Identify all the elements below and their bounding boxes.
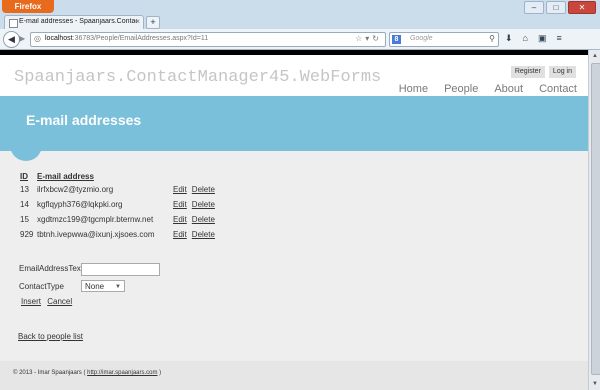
main-menu: Home People About Contact <box>399 83 577 95</box>
delete-link[interactable]: Delete <box>192 200 215 209</box>
cell-actions: Edit Delete <box>157 212 215 227</box>
edit-link[interactable]: Edit <box>173 215 187 224</box>
window-controls: – □ ✕ <box>524 1 596 14</box>
cell-email: xgdtmzc199@tgcmplr.bternw.net <box>37 215 154 224</box>
url-text[interactable]: localhost:36783/People/EmailAddresses.as… <box>45 35 208 42</box>
cell-id: 13 <box>20 185 29 194</box>
download-icon[interactable]: ⬇ <box>505 33 513 44</box>
page-title: E-mail addresses <box>26 112 142 128</box>
tab-title: E-mail addresses - Spaanjaars.ContactM..… <box>19 18 137 25</box>
cell-id: 14 <box>20 200 29 209</box>
register-link[interactable]: Register <box>510 66 545 78</box>
cell-actions: Edit Delete <box>157 197 215 212</box>
site-title[interactable]: Spaanjaars.ContactManager45.WebForms <box>14 68 381 87</box>
delete-link[interactable]: Delete <box>192 230 215 239</box>
url-host: localhost <box>45 35 73 42</box>
scroll-up-icon[interactable]: ▲ <box>590 51 600 61</box>
title-bar: Firefox – □ ✕ <box>0 0 600 14</box>
url-path: :36783/People/EmailAddresses.aspx?Id=11 <box>72 35 209 42</box>
minimize-button[interactable]: – <box>524 1 544 14</box>
cell-id: 929 <box>20 230 34 239</box>
chevron-down-icon: ▼ <box>115 284 121 290</box>
header-actions <box>157 170 215 182</box>
cell-actions: Edit Delete <box>157 227 215 242</box>
address-bar[interactable]: ◎ localhost:36783/People/EmailAddresses.… <box>30 32 386 47</box>
delete-link[interactable]: Delete <box>192 185 215 194</box>
search-icon[interactable]: ⚲ <box>489 34 495 43</box>
menu-item-about[interactable]: About <box>494 83 523 95</box>
footer-text: © 2013 - Imar Spaanjaars ( http://imar.s… <box>13 370 161 376</box>
header-bubble-decoration <box>10 145 42 161</box>
cell-email: tbtnh.ivepwwa@ixunj.xjsoes.com <box>37 230 155 239</box>
table-row: 929 tbtnh.ivepwwa@ixunj.xjsoes.com Edit D… <box>18 227 215 242</box>
auth-links: Register Log in <box>510 66 576 78</box>
scroll-down-icon[interactable]: ▼ <box>590 379 600 389</box>
form-actions: Insert Cancel <box>21 297 76 306</box>
cell-actions: Edit Delete <box>157 182 215 197</box>
menu-item-home[interactable]: Home <box>399 83 428 95</box>
main-content: ID E-mail address 13 ilrfxbcw2@tyzmio.or… <box>0 145 588 361</box>
menu-item-people[interactable]: People <box>444 83 478 95</box>
email-address-input[interactable] <box>81 263 160 276</box>
footer-site-link[interactable]: http://imar.spaanjaars.com <box>87 370 157 376</box>
table-header-row: ID E-mail address <box>18 170 215 182</box>
window-icon[interactable]: ▣ <box>538 33 547 44</box>
table-row: 14 kgflqyph376@lqkpki.org Edit Delete <box>18 197 215 212</box>
back-icon[interactable]: ◀ <box>3 31 20 48</box>
bookmark-star-icon[interactable]: ☆ <box>355 34 365 43</box>
menu-item-contact[interactable]: Contact <box>539 83 577 95</box>
footer-close-paren: ) <box>157 370 162 376</box>
contact-type-value: None <box>85 282 105 291</box>
featured-header: E-mail addresses <box>0 96 588 151</box>
cell-id: 15 <box>20 215 29 224</box>
home-icon[interactable]: ⌂ <box>523 33 528 44</box>
contact-type-label: ContactType <box>19 282 64 291</box>
insert-link[interactable]: Insert <box>21 297 41 306</box>
page-favicon-icon <box>9 19 18 28</box>
edit-link[interactable]: Edit <box>173 200 187 209</box>
reload-icon[interactable]: ↻ <box>372 34 382 43</box>
site-identity-icon[interactable]: ◎ <box>34 35 42 43</box>
cell-email: kgflqyph376@lqkpki.org <box>37 200 123 209</box>
maximize-button[interactable]: □ <box>546 1 566 14</box>
header-id[interactable]: ID <box>18 170 37 182</box>
tab-close-icon[interactable]: × <box>135 17 140 26</box>
back-to-people-link-wrapper: Back to people list <box>18 332 83 341</box>
search-engine-icon[interactable]: 8 <box>392 35 401 44</box>
cell-email: ilrfxbcw2@tyzmio.org <box>37 185 114 194</box>
email-addresses-table: ID E-mail address 13 ilrfxbcw2@tyzmio.or… <box>18 170 215 242</box>
navigation-toolbar: ◀ ▶ ◎ localhost:36783/People/EmailAddres… <box>0 29 600 50</box>
toolbar-icons: ⬇ ⌂ ▣ ≡ <box>505 33 562 44</box>
search-input[interactable]: Google <box>410 35 433 42</box>
back-to-people-link[interactable]: Back to people list <box>18 332 83 341</box>
close-window-button[interactable]: ✕ <box>568 1 596 14</box>
header-email[interactable]: E-mail address <box>37 170 157 182</box>
new-tab-button[interactable]: + <box>146 16 160 29</box>
contact-type-select[interactable]: None ▼ <box>81 280 125 292</box>
menu-icon[interactable]: ≡ <box>557 33 562 44</box>
email-address-label: EmailAddressText <box>19 264 84 273</box>
footer: © 2013 - Imar Spaanjaars ( http://imar.s… <box>0 361 588 390</box>
login-link[interactable]: Log in <box>548 66 576 78</box>
forward-icon[interactable]: ▶ <box>19 34 29 44</box>
firefox-menu-button[interactable]: Firefox <box>2 0 54 13</box>
tab-bar: E-mail addresses - Spaanjaars.ContactM..… <box>0 14 600 30</box>
footer-copyright: © 2013 - Imar Spaanjaars ( <box>13 370 88 376</box>
browser-tab[interactable]: E-mail addresses - Spaanjaars.ContactM..… <box>4 15 144 30</box>
address-bar-icons: ☆▾↻ <box>355 34 382 43</box>
table-row: 13 ilrfxbcw2@tyzmio.org Edit Delete <box>18 182 215 197</box>
web-page: Spaanjaars.ContactManager45.WebForms Reg… <box>0 55 588 390</box>
table-row: 15 xgdtmzc199@tgcmplr.bternw.net Edit Del… <box>18 212 215 227</box>
delete-link[interactable]: Delete <box>192 215 215 224</box>
edit-link[interactable]: Edit <box>173 230 187 239</box>
scrollbar-thumb[interactable] <box>591 63 600 375</box>
search-bar[interactable]: 8 Google ⚲ <box>389 32 499 47</box>
vertical-scrollbar[interactable]: ▲ ▼ <box>588 50 600 390</box>
edit-link[interactable]: Edit <box>173 185 187 194</box>
cancel-link[interactable]: Cancel <box>47 297 72 306</box>
